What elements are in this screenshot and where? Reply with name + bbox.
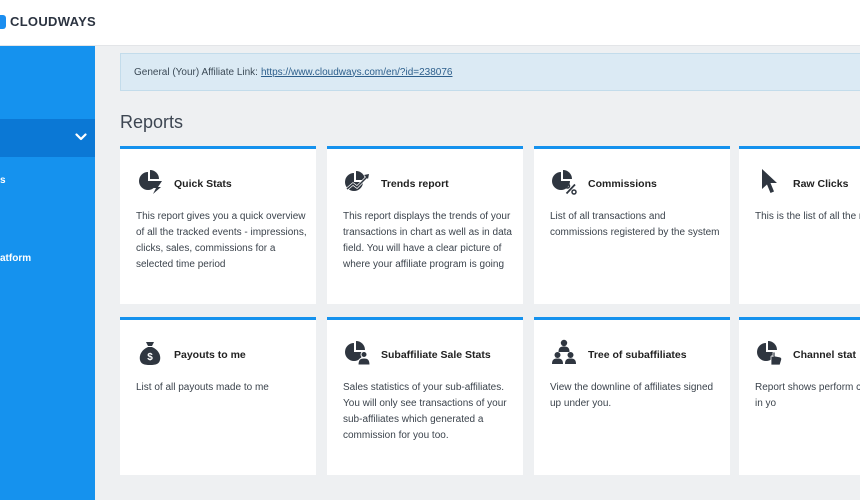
pie-person-icon	[345, 341, 371, 366]
sidebar-active-item[interactable]	[0, 119, 95, 157]
card-description: List of all payouts made to me	[136, 382, 269, 393]
card-title: Tree of subaffiliates	[588, 349, 687, 361]
affiliate-link-notice: General (Your) Affiliate Link: https://w…	[120, 53, 860, 91]
report-card-payouts[interactable]: $ Payouts to me List of all payouts made…	[120, 317, 316, 475]
svg-text:$: $	[147, 352, 153, 363]
card-description: This is the list of all the referred by …	[755, 211, 860, 222]
card-title: Channel stat	[793, 349, 857, 361]
card-title: Commissions	[588, 178, 657, 190]
card-description: View the downline of affiliates signed u…	[550, 382, 714, 409]
card-description: Sales statistics of your sub-affiliates.…	[343, 382, 507, 441]
report-card-quick-stats[interactable]: Quick Stats This report gives you a quic…	[120, 146, 316, 304]
affiliate-link-label: General (Your) Affiliate Link:	[134, 66, 258, 78]
card-title: Quick Stats	[174, 178, 232, 190]
people-tree-icon	[552, 339, 576, 364]
report-card-subaffiliate-sale-stats[interactable]: Subaffiliate Sale Stats Sales statistics…	[327, 317, 523, 475]
sidebar-item-platform[interactable]: atform	[0, 253, 31, 264]
card-title: Raw Clicks	[793, 178, 849, 190]
money-bag-icon: $	[139, 342, 161, 365]
pie-percent-icon	[552, 170, 577, 195]
top-bar: CLOUDWAYS	[0, 0, 860, 46]
pie-chart-bolt-icon	[139, 170, 162, 194]
logo-icon	[0, 14, 6, 29]
page-title: Reports	[120, 112, 184, 132]
affiliate-link[interactable]: https://www.cloudways.com/en/?id=238076	[261, 67, 453, 78]
card-title: Subaffiliate Sale Stats	[381, 349, 491, 361]
pie-hand-icon	[757, 341, 783, 366]
chevron-down-icon	[75, 133, 87, 141]
report-card-trends[interactable]: Trends report This report displays the t…	[327, 146, 523, 304]
card-description: Report shows perform channels defined in…	[755, 382, 860, 409]
report-card-raw-clicks[interactable]: Raw Clicks This is the list of all the r…	[739, 146, 860, 304]
card-title: Trends report	[381, 178, 449, 190]
card-title: Payouts to me	[174, 349, 246, 361]
trend-chart-icon	[345, 171, 370, 191]
report-card-commissions[interactable]: Commissions List of all transactions and…	[534, 146, 730, 304]
cursor-icon	[762, 169, 777, 193]
sidebar-item-reports[interactable]: s	[0, 175, 6, 186]
card-description: List of all transactions and commissions…	[550, 211, 720, 238]
report-card-channel-stats[interactable]: Channel stat Report shows perform channe…	[739, 317, 860, 475]
card-description: This report displays the trends of your …	[343, 211, 512, 270]
sidebar: s atform	[0, 46, 95, 500]
brand-name: CLOUDWAYS	[10, 14, 97, 29]
card-description: This report gives you a quick overview o…	[136, 211, 307, 270]
brand-logo[interactable]: CLOUDWAYS	[0, 14, 96, 29]
report-card-tree-of-subaffiliates[interactable]: Tree of subaffiliates View the downline …	[534, 317, 730, 475]
